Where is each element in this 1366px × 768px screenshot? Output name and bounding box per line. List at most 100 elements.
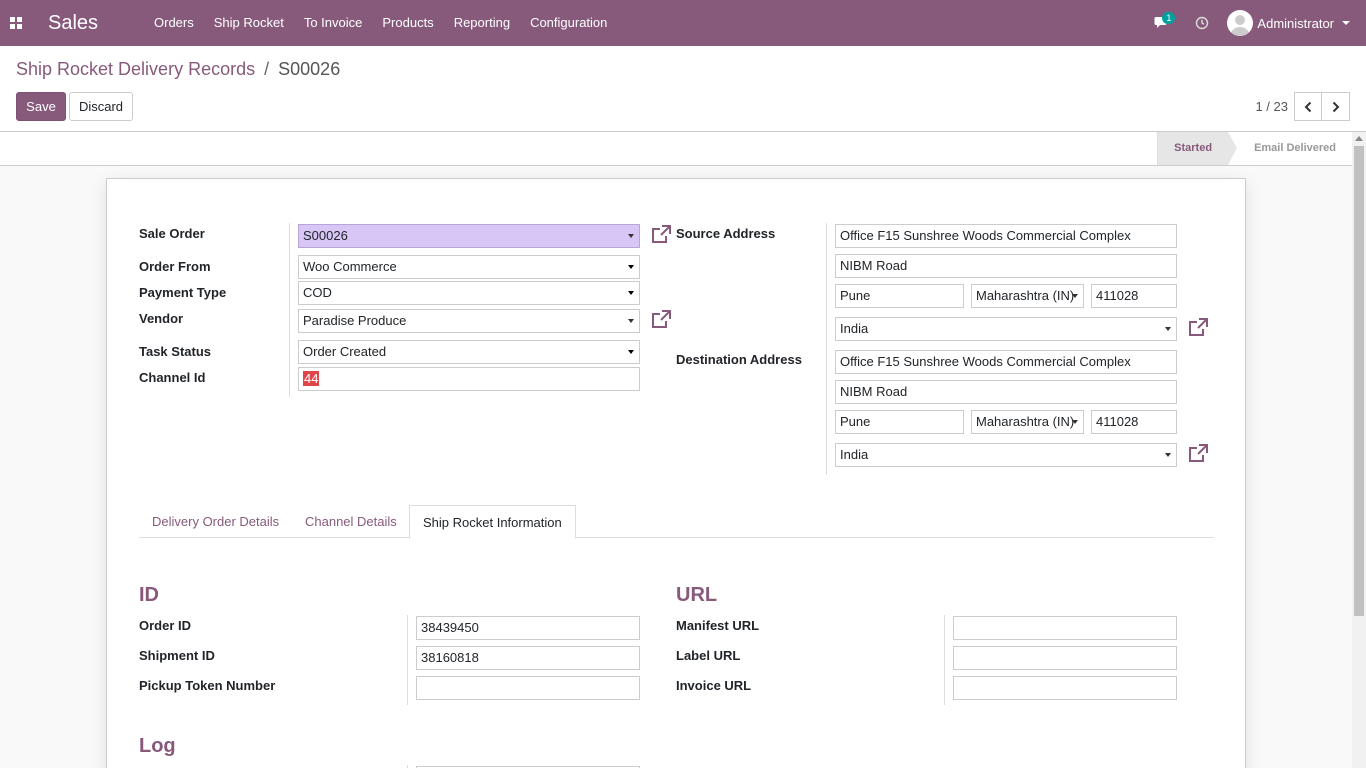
avatar (1227, 10, 1254, 36)
source-state-field[interactable]: Maharashtra (IN) (971, 284, 1084, 308)
order-id-input[interactable]: 38439450 (416, 616, 640, 640)
top-navbar: Sales Orders Ship Rocket To Invoice Prod… (0, 0, 1366, 46)
source-address-label: Source Address (676, 226, 776, 241)
pager: 1 / 23 (1255, 92, 1350, 121)
pager-next-button[interactable] (1322, 92, 1350, 121)
source-state-value: Maharashtra (IN) (976, 288, 1075, 303)
source-country-field[interactable]: India (835, 317, 1177, 341)
label-url-input[interactable] (953, 646, 1177, 670)
chevron-down-icon (628, 234, 634, 238)
destination-state-value: Maharashtra (IN) (976, 414, 1075, 429)
activity-clock-icon[interactable] (1187, 0, 1217, 46)
breadcrumb-current: S00026 (278, 59, 341, 79)
discard-button[interactable]: Discard (69, 92, 133, 121)
tab-delivery-order-details[interactable]: Delivery Order Details (139, 505, 292, 538)
pickup-token-input[interactable] (416, 676, 640, 700)
chevron-right-icon (1332, 101, 1339, 112)
chevron-down-icon (1165, 453, 1171, 457)
source-country-value: India (840, 321, 869, 336)
vertical-scrollbar[interactable] (1352, 132, 1366, 768)
chevron-down-icon (628, 350, 634, 354)
main-menu: Orders Ship Rocket To Invoice Products R… (144, 0, 617, 46)
menu-to-invoice[interactable]: To Invoice (294, 0, 373, 46)
sale-order-label: Sale Order (139, 226, 205, 241)
apps-menu-icon[interactable] (0, 0, 32, 46)
destination-country-value: India (840, 447, 869, 462)
source-street2-input[interactable]: NIBM Road (835, 254, 1177, 278)
url-section-title: URL (676, 584, 718, 606)
external-link-icon[interactable] (1187, 317, 1209, 339)
status-step-email-delivered[interactable]: Email Delivered (1228, 132, 1352, 165)
chevron-down-icon (1072, 420, 1078, 424)
destination-address-label: Destination Address (676, 352, 802, 367)
menu-orders[interactable]: Orders (144, 0, 204, 46)
pager-previous-button[interactable] (1294, 92, 1322, 121)
tab-ship-rocket-information[interactable]: Ship Rocket Information (409, 505, 576, 539)
breadcrumb-separator: / (264, 59, 270, 79)
external-link-icon[interactable] (650, 224, 672, 246)
destination-country-field[interactable]: India (835, 443, 1177, 467)
destination-zip-input[interactable]: 411028 (1091, 410, 1177, 434)
breadcrumb-parent[interactable]: Ship Rocket Delivery Records (16, 59, 255, 79)
divider (826, 223, 827, 475)
chevron-down-icon (628, 265, 634, 269)
manifest-url-label: Manifest URL (676, 618, 760, 633)
destination-city-input[interactable]: Pune (835, 410, 964, 434)
destination-street-input[interactable]: Office F15 Sunshree Woods Commercial Com… (835, 350, 1177, 374)
task-status-select[interactable]: Order Created (298, 340, 640, 364)
invoice-url-label: Invoice URL (676, 678, 752, 693)
notebook-tabs: Delivery Order Details Channel Details S… (139, 505, 1214, 539)
vendor-field[interactable]: Paradise Produce (298, 309, 640, 333)
statusbar: Started Email Delivered (0, 132, 1352, 166)
source-city-input[interactable]: Pune (835, 284, 964, 308)
breadcrumb: Ship Rocket Delivery Records / S00026 (16, 59, 340, 80)
menu-reporting[interactable]: Reporting (444, 0, 520, 46)
invoice-url-input[interactable] (953, 676, 1177, 700)
divider (407, 615, 408, 705)
control-panel: Ship Rocket Delivery Records / S00026 Sa… (0, 46, 1366, 132)
status-steps: Started Email Delivered (1157, 132, 1352, 165)
payment-type-select[interactable]: COD (298, 281, 640, 305)
pager-value[interactable]: 1 / 23 (1255, 99, 1288, 114)
source-street-input[interactable]: Office F15 Sunshree Woods Commercial Com… (835, 224, 1177, 248)
shipment-id-label: Shipment ID (139, 648, 215, 663)
destination-state-field[interactable]: Maharashtra (IN) (971, 410, 1084, 434)
channel-id-input[interactable]: 44 (298, 367, 640, 391)
order-id-label: Order ID (139, 618, 192, 633)
chat-icon[interactable]: 1 (1147, 0, 1177, 46)
log-section-title: Log (139, 735, 176, 757)
chevron-down-icon (628, 319, 634, 323)
chevron-down-icon (628, 291, 634, 295)
shipment-id-input[interactable]: 38160818 (416, 646, 640, 670)
sale-order-value: S00026 (303, 228, 348, 243)
manifest-url-input[interactable] (953, 616, 1177, 640)
external-link-icon[interactable] (650, 309, 672, 331)
payment-type-value: COD (303, 285, 332, 300)
channel-id-label: Channel Id (139, 370, 206, 385)
scroll-up-icon[interactable] (1355, 136, 1363, 141)
channel-id-value: 44 (303, 371, 320, 386)
app-name[interactable]: Sales (48, 12, 144, 35)
chevron-down-icon (1072, 294, 1078, 298)
pickup-token-label: Pickup Token Number (139, 678, 276, 693)
destination-street2-input[interactable]: NIBM Road (835, 380, 1177, 404)
user-name: Administrator (1257, 15, 1334, 31)
sale-order-field[interactable]: S00026 (298, 224, 640, 248)
tab-channel-details[interactable]: Channel Details (292, 505, 410, 538)
source-zip-input[interactable]: 411028 (1091, 284, 1177, 308)
task-status-value: Order Created (303, 344, 387, 359)
order-from-select[interactable]: Woo Commerce (298, 255, 640, 279)
status-step-started[interactable]: Started (1157, 132, 1237, 165)
chevron-down-icon (1342, 21, 1350, 25)
divider (289, 223, 290, 397)
user-menu[interactable]: Administrator (1227, 10, 1366, 36)
order-from-label: Order From (139, 259, 211, 274)
external-link-icon[interactable] (1187, 443, 1209, 465)
menu-products[interactable]: Products (372, 0, 443, 46)
label-url-label: Label URL (676, 648, 741, 663)
menu-ship-rocket[interactable]: Ship Rocket (204, 0, 294, 46)
save-button[interactable]: Save (16, 92, 66, 121)
scroll-thumb[interactable] (1354, 146, 1364, 616)
chevron-left-icon (1304, 101, 1312, 112)
menu-configuration[interactable]: Configuration (520, 0, 617, 46)
